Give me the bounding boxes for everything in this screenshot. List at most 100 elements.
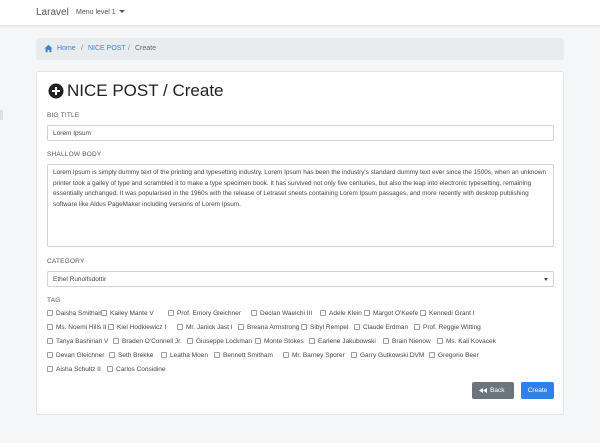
category-label: CATEGORY bbox=[47, 258, 85, 265]
breadcrumb: Home / NICE POST / Create bbox=[36, 38, 564, 60]
tag-label-text: Daisha Smitham bbox=[56, 310, 104, 317]
menu-level-1-dropdown[interactable]: Menu level 1 bbox=[76, 9, 125, 16]
checkbox[interactable] bbox=[214, 352, 220, 358]
checkbox[interactable] bbox=[109, 352, 115, 358]
checkbox[interactable] bbox=[47, 366, 53, 372]
tag-checkbox-item[interactable]: Margot O'Keefe bbox=[364, 310, 418, 319]
checkbox[interactable] bbox=[351, 352, 357, 358]
checkbox[interactable] bbox=[320, 310, 326, 316]
tag-checkbox-item[interactable]: Ms. Kali Kovacek bbox=[437, 338, 496, 347]
tag-checkbox-item[interactable]: Mr. Janick Jast I bbox=[177, 324, 233, 333]
tag-label: TAG bbox=[47, 297, 61, 304]
checkbox[interactable] bbox=[354, 324, 360, 330]
checkbox[interactable] bbox=[113, 338, 119, 344]
tag-label-text: Mr. Barney Sporer bbox=[292, 352, 345, 359]
tag-checkbox-item[interactable]: Earlene Jakubowski bbox=[309, 338, 376, 347]
tag-label-text: Seth Brekke bbox=[118, 352, 154, 359]
big-title-input[interactable]: Lorem Ipsum bbox=[47, 125, 554, 141]
breadcrumb-home-link[interactable]: Home bbox=[57, 45, 76, 52]
back-button-label: Back bbox=[490, 387, 505, 394]
category-selected-value: Ethel Runolfsdottir bbox=[53, 276, 107, 283]
home-icon bbox=[44, 44, 53, 53]
tag-checkbox-item[interactable]: Garry Gutkowski DVM bbox=[351, 352, 424, 361]
tag-checkbox-item[interactable]: Kailey Mante V bbox=[101, 310, 154, 319]
tag-checkbox-item[interactable]: Prof. Reggie Witting bbox=[414, 324, 481, 333]
tag-checkbox-item[interactable]: Seth Brekke bbox=[109, 352, 153, 361]
checkbox[interactable] bbox=[429, 352, 435, 358]
tag-label-text: Garry Gutkowski DVM bbox=[360, 352, 425, 359]
brand-logo[interactable]: Laravel bbox=[36, 7, 69, 18]
tag-label-text: Giuseppe Lockman bbox=[196, 338, 253, 345]
checkbox[interactable] bbox=[47, 310, 53, 316]
checkbox[interactable] bbox=[168, 310, 174, 316]
breadcrumb-section-link[interactable]: NICE POST bbox=[88, 45, 126, 52]
tag-checkbox-item[interactable]: Leatha Moen bbox=[161, 352, 208, 361]
checkbox[interactable] bbox=[101, 310, 107, 316]
checkbox[interactable] bbox=[283, 352, 289, 358]
rewind-icon bbox=[479, 388, 487, 393]
tag-label-text: Aisha Schultz II bbox=[56, 366, 101, 373]
create-form-card: NICE POST / Create BIG TITLE Lorem Ipsum… bbox=[36, 71, 564, 415]
tag-checkbox-item[interactable]: Giuseppe Lockman bbox=[187, 338, 252, 347]
tag-label-text: Margot O'Keefe bbox=[373, 310, 419, 317]
checkbox[interactable] bbox=[383, 338, 389, 344]
checkbox[interactable] bbox=[161, 352, 167, 358]
checkbox[interactable] bbox=[47, 352, 53, 358]
big-title-label: BIG TITLE bbox=[47, 112, 80, 119]
checkbox[interactable] bbox=[309, 338, 315, 344]
tag-label-text: Brain Nienow bbox=[392, 338, 431, 345]
tag-checkbox-item[interactable]: Claude Erdman bbox=[354, 324, 408, 333]
tag-checkbox-item[interactable]: Monte Stokes bbox=[255, 338, 304, 347]
checkbox[interactable] bbox=[251, 310, 257, 316]
checkbox[interactable] bbox=[177, 324, 183, 330]
checkbox[interactable] bbox=[255, 338, 261, 344]
tag-checkbox-item[interactable]: Prof. Emory Gleichner bbox=[168, 310, 241, 319]
tag-label-text: Adele Klein bbox=[329, 310, 362, 317]
tag-checkbox-item[interactable]: Ms. Noemi Hills II bbox=[47, 324, 107, 333]
tag-label-text: Declan Waelchi III bbox=[260, 310, 313, 317]
tag-label-text: Kailey Mante V bbox=[110, 310, 154, 317]
tag-checkbox-item[interactable]: Daisha Smitham bbox=[47, 310, 104, 319]
checkbox[interactable] bbox=[108, 324, 114, 330]
checkbox[interactable] bbox=[301, 324, 307, 330]
checkbox[interactable] bbox=[187, 338, 193, 344]
tag-checkbox-item[interactable]: Kennedi Grant I bbox=[420, 310, 475, 319]
tag-checkbox-item[interactable]: Gregorio Beer bbox=[429, 352, 479, 361]
tag-checkbox-item[interactable]: Declan Waelchi III bbox=[251, 310, 312, 319]
tag-checkbox-item[interactable]: Adele Klein bbox=[320, 310, 362, 319]
tag-label-text: Gregorio Beer bbox=[438, 352, 479, 359]
tag-checkbox-item[interactable]: Tanya Bashirian V bbox=[47, 338, 108, 347]
tag-label-text: Braden O'Connell Jr. bbox=[122, 338, 182, 345]
checkbox[interactable] bbox=[437, 338, 443, 344]
tag-checkbox-item[interactable]: Brain Nienow bbox=[383, 338, 431, 347]
tag-checkbox-item[interactable]: Carlos Considine bbox=[107, 366, 166, 375]
tag-label-text: Monte Stokes bbox=[264, 338, 304, 345]
tag-label-text: Mr. Janick Jast I bbox=[186, 324, 233, 331]
tag-checkbox-item[interactable]: Braden O'Connell Jr. bbox=[113, 338, 182, 347]
tag-label-text: Ms. Noemi Hills II bbox=[56, 324, 107, 331]
create-button[interactable]: Create bbox=[521, 382, 554, 399]
checkbox[interactable] bbox=[420, 310, 426, 316]
breadcrumb-separator: / bbox=[128, 45, 130, 52]
back-button[interactable]: Back bbox=[472, 382, 514, 399]
tag-checkbox-item[interactable]: Sibyl Rempel bbox=[301, 324, 348, 333]
shallow-body-textarea[interactable]: Lorem Ipsum is simply dummy text of the … bbox=[47, 164, 554, 247]
tag-label-text: Tanya Bashirian V bbox=[56, 338, 109, 345]
checkbox[interactable] bbox=[414, 324, 420, 330]
tag-label-text: Prof. Reggie Witting bbox=[423, 324, 481, 331]
checkbox[interactable] bbox=[238, 324, 244, 330]
tag-checkbox-item[interactable]: Bennett Smitham bbox=[214, 352, 273, 361]
tag-checkbox-item[interactable]: Aisha Schultz II bbox=[47, 366, 101, 375]
checkbox[interactable] bbox=[47, 324, 53, 330]
category-select[interactable]: Ethel Runolfsdottir bbox=[47, 271, 554, 287]
checkbox[interactable] bbox=[364, 310, 370, 316]
tag-checkbox-item[interactable]: Devan Gleichner bbox=[47, 352, 104, 361]
tag-checkbox-item[interactable]: Kiel Hodkiewicz I bbox=[108, 324, 166, 333]
select-caret-icon bbox=[544, 278, 548, 281]
tag-checkbox-item[interactable]: Breana Armstrong bbox=[238, 324, 299, 333]
plus-circle-icon bbox=[48, 83, 64, 99]
tag-checkbox-item[interactable]: Mr. Barney Sporer bbox=[283, 352, 345, 361]
tag-label-text: Carlos Considine bbox=[116, 366, 166, 373]
checkbox[interactable] bbox=[107, 366, 113, 372]
checkbox[interactable] bbox=[47, 338, 53, 344]
